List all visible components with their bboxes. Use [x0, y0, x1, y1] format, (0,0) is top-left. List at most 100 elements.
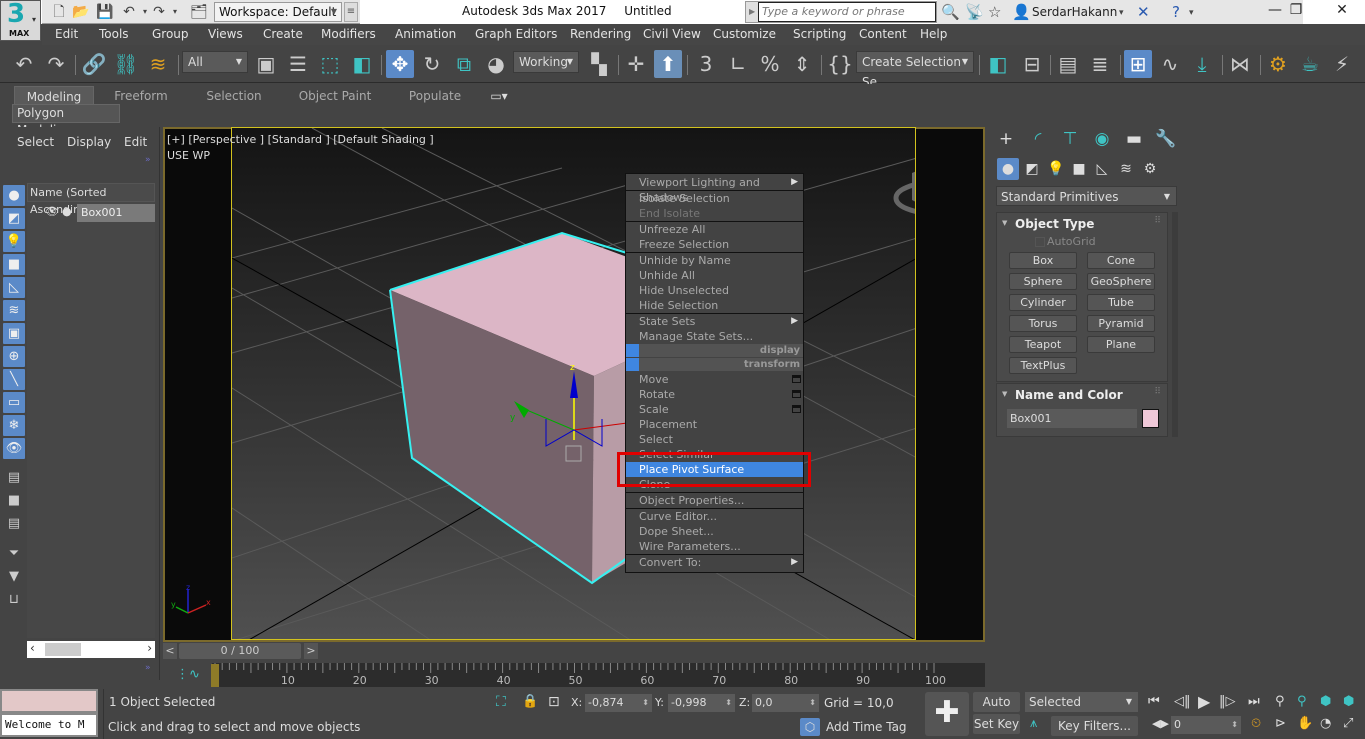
- z-coordinate-input[interactable]: 0,0 ⬍: [752, 694, 819, 712]
- mirror-icon[interactable]: ◧: [984, 50, 1012, 78]
- visibility-eye-icon[interactable]: 👁: [45, 205, 59, 218]
- display-space-warps-icon[interactable]: ≋: [3, 300, 25, 321]
- explorer-horizontal-scrollbar[interactable]: ‹ ›: [27, 641, 155, 658]
- default-in-out-tangents-icon[interactable]: ⩚: [1030, 716, 1037, 731]
- pivot-center-icon[interactable]: ▚: [585, 50, 613, 78]
- menu-item-viewport-lighting-and-shadows[interactable]: Viewport Lighting and Shadows ▶: [626, 175, 803, 204]
- motion-tab-icon[interactable]: ◉: [1086, 126, 1118, 152]
- time-configuration-icon[interactable]: ⏲: [1251, 716, 1261, 731]
- select-and-move-icon[interactable]: ✥: [386, 50, 414, 78]
- customize-qat-button[interactable]: ≡: [344, 2, 358, 22]
- create-cone-button[interactable]: Cone: [1087, 252, 1155, 269]
- create-plane-button[interactable]: Plane: [1087, 336, 1155, 353]
- expand-icon[interactable]: ▶: [749, 7, 755, 16]
- display-tab-icon[interactable]: ▬: [1118, 126, 1150, 152]
- auto-key-button[interactable]: Auto Key: [973, 692, 1020, 729]
- save-icon[interactable]: 💾: [96, 3, 114, 21]
- expand-icon[interactable]: »: [145, 155, 151, 165]
- user-icon[interactable]: 👤: [1012, 3, 1031, 21]
- workspace-dropdown[interactable]: Workspace: Default ▼: [214, 2, 342, 22]
- utilities-tab-icon[interactable]: 🔧: [1150, 126, 1182, 152]
- reference-coordinate-dropdown[interactable]: Working ▼: [513, 51, 579, 73]
- track-bar[interactable]: 0102030405060708090100: [212, 663, 985, 687]
- zoom-extents-all-icon[interactable]: ⬢: [1343, 694, 1354, 709]
- spinner-icon[interactable]: ⬍: [809, 694, 816, 712]
- geometry-category-icon[interactable]: ●: [997, 158, 1019, 180]
- create-pyramid-button[interactable]: Pyramid: [1087, 315, 1155, 332]
- geometry-type-dropdown[interactable]: Standard Primitives ▼: [996, 186, 1177, 206]
- select-object-icon[interactable]: ▣: [252, 50, 280, 78]
- ribbon-tab-object-paint[interactable]: Object Paint: [290, 86, 380, 106]
- time-slider[interactable]: 0 / 100: [179, 643, 301, 659]
- menu-edit[interactable]: Edit: [55, 27, 78, 41]
- application-menu-button[interactable]: 3 ▾ MAX: [0, 0, 41, 41]
- chevron-down-icon[interactable]: ▾: [1189, 8, 1194, 18]
- maxscript-listener-output[interactable]: [0, 689, 98, 713]
- command-panel-scrollbar[interactable]: [1172, 212, 1178, 437]
- mini-curve-editor-icon[interactable]: ⋮∿: [176, 667, 200, 682]
- edit-named-selection-icon[interactable]: {}: [826, 50, 854, 78]
- menu-item-convert-to[interactable]: Convert To: ▶: [626, 555, 803, 570]
- freeze-dot-icon[interactable]: ●: [62, 205, 72, 218]
- display-geometry-icon[interactable]: ●: [3, 185, 25, 206]
- menu-content[interactable]: Content: [859, 27, 907, 41]
- schematic-view-icon[interactable]: ⤓: [1188, 50, 1216, 78]
- cameras-category-icon[interactable]: ■: [1068, 158, 1090, 180]
- menu-item-end-isolate[interactable]: End Isolate: [626, 206, 803, 221]
- user-name[interactable]: SerdarHakann: [1032, 5, 1117, 19]
- material-editor-icon[interactable]: ⋈: [1226, 50, 1254, 78]
- menu-customize[interactable]: Customize: [713, 27, 776, 41]
- align-icon[interactable]: ⊟: [1018, 50, 1046, 78]
- menu-item-wire-parameters[interactable]: Wire Parameters...: [626, 539, 803, 554]
- viewport-menu-shading[interactable]: [Default Shading ]: [333, 133, 433, 146]
- object-color-swatch[interactable]: [1142, 409, 1159, 428]
- drag-handle-icon[interactable]: ⠿: [1154, 387, 1161, 397]
- menu-item-unhide-by-name[interactable]: Unhide by Name: [626, 253, 803, 268]
- filter-settings-icon[interactable]: ⏷: [3, 543, 25, 564]
- zoom-all-icon[interactable]: ⚲: [1297, 694, 1307, 709]
- display-all-icon[interactable]: ▤: [3, 467, 25, 488]
- spinner-snap-icon[interactable]: ⇕: [788, 50, 816, 78]
- menu-civil-view[interactable]: Civil View: [643, 27, 701, 41]
- settings-dialog-icon[interactable]: [792, 390, 801, 398]
- unlink-icon[interactable]: ⛓: [112, 50, 140, 78]
- display-frozen-icon[interactable]: ❄: [3, 415, 25, 436]
- maximize-viewport-icon[interactable]: ⤢: [1343, 716, 1353, 731]
- zoom-icon[interactable]: ⚲: [1275, 694, 1285, 709]
- menu-item-state-sets[interactable]: State Sets ▶: [626, 314, 803, 329]
- menu-item-curve-editor[interactable]: Curve Editor...: [626, 509, 803, 524]
- display-bones-icon[interactable]: ╲: [3, 369, 25, 390]
- menu-item-placement[interactable]: Placement: [626, 417, 803, 432]
- pan-view-icon[interactable]: ✋: [1297, 716, 1313, 731]
- create-box-button[interactable]: Box: [1009, 252, 1077, 269]
- previous-key-icon[interactable]: ◁‖: [1174, 694, 1191, 709]
- collapse-icon[interactable]: ▼: [1002, 390, 1007, 398]
- maxscript-listener-input[interactable]: Welcome to M: [0, 713, 98, 737]
- hierarchy-tab-icon[interactable]: ⊤: [1054, 126, 1086, 152]
- y-coordinate-input[interactable]: -0,998 ⬍: [668, 694, 735, 712]
- menu-item-dope-sheet[interactable]: Dope Sheet...: [626, 524, 803, 539]
- menu-item-scale[interactable]: Scale: [626, 402, 803, 417]
- menu-graph-editors[interactable]: Graph Editors: [475, 27, 557, 41]
- zoom-extents-icon[interactable]: ⬢: [1320, 694, 1331, 709]
- display-helpers-icon[interactable]: ◺: [3, 277, 25, 298]
- undo-icon[interactable]: ↶: [10, 50, 38, 78]
- curve-editor-icon[interactable]: ∿: [1156, 50, 1184, 78]
- selection-lock-icon[interactable]: 🔒: [522, 694, 538, 709]
- autogrid-checkbox[interactable]: AutoGrid: [1035, 235, 1096, 248]
- named-selection-dropdown[interactable]: Create Selection Se ▼: [856, 51, 974, 89]
- add-time-tag[interactable]: ⬡ Add Time Tag: [800, 718, 907, 736]
- selection-filter-dropdown[interactable]: All ▼: [182, 51, 248, 73]
- explorer-menu-select[interactable]: Select: [17, 135, 54, 149]
- menu-item-object-properties[interactable]: Object Properties...: [626, 493, 803, 508]
- spinner-icon[interactable]: ⬍: [725, 694, 732, 712]
- ribbon-toggle-icon[interactable]: ⊞: [1124, 50, 1152, 78]
- scrollbar-thumb[interactable]: [45, 643, 81, 656]
- communication-center-icon[interactable]: 📡: [965, 3, 984, 21]
- menu-item-unhide-all[interactable]: Unhide All: [626, 268, 803, 283]
- x-coordinate-input[interactable]: -0,874 ⬍: [585, 694, 652, 712]
- modify-tab-icon[interactable]: ◜: [1022, 126, 1054, 152]
- menu-create[interactable]: Create: [263, 27, 303, 41]
- menu-group[interactable]: Group: [152, 27, 189, 41]
- display-groups-icon[interactable]: ▣: [3, 323, 25, 344]
